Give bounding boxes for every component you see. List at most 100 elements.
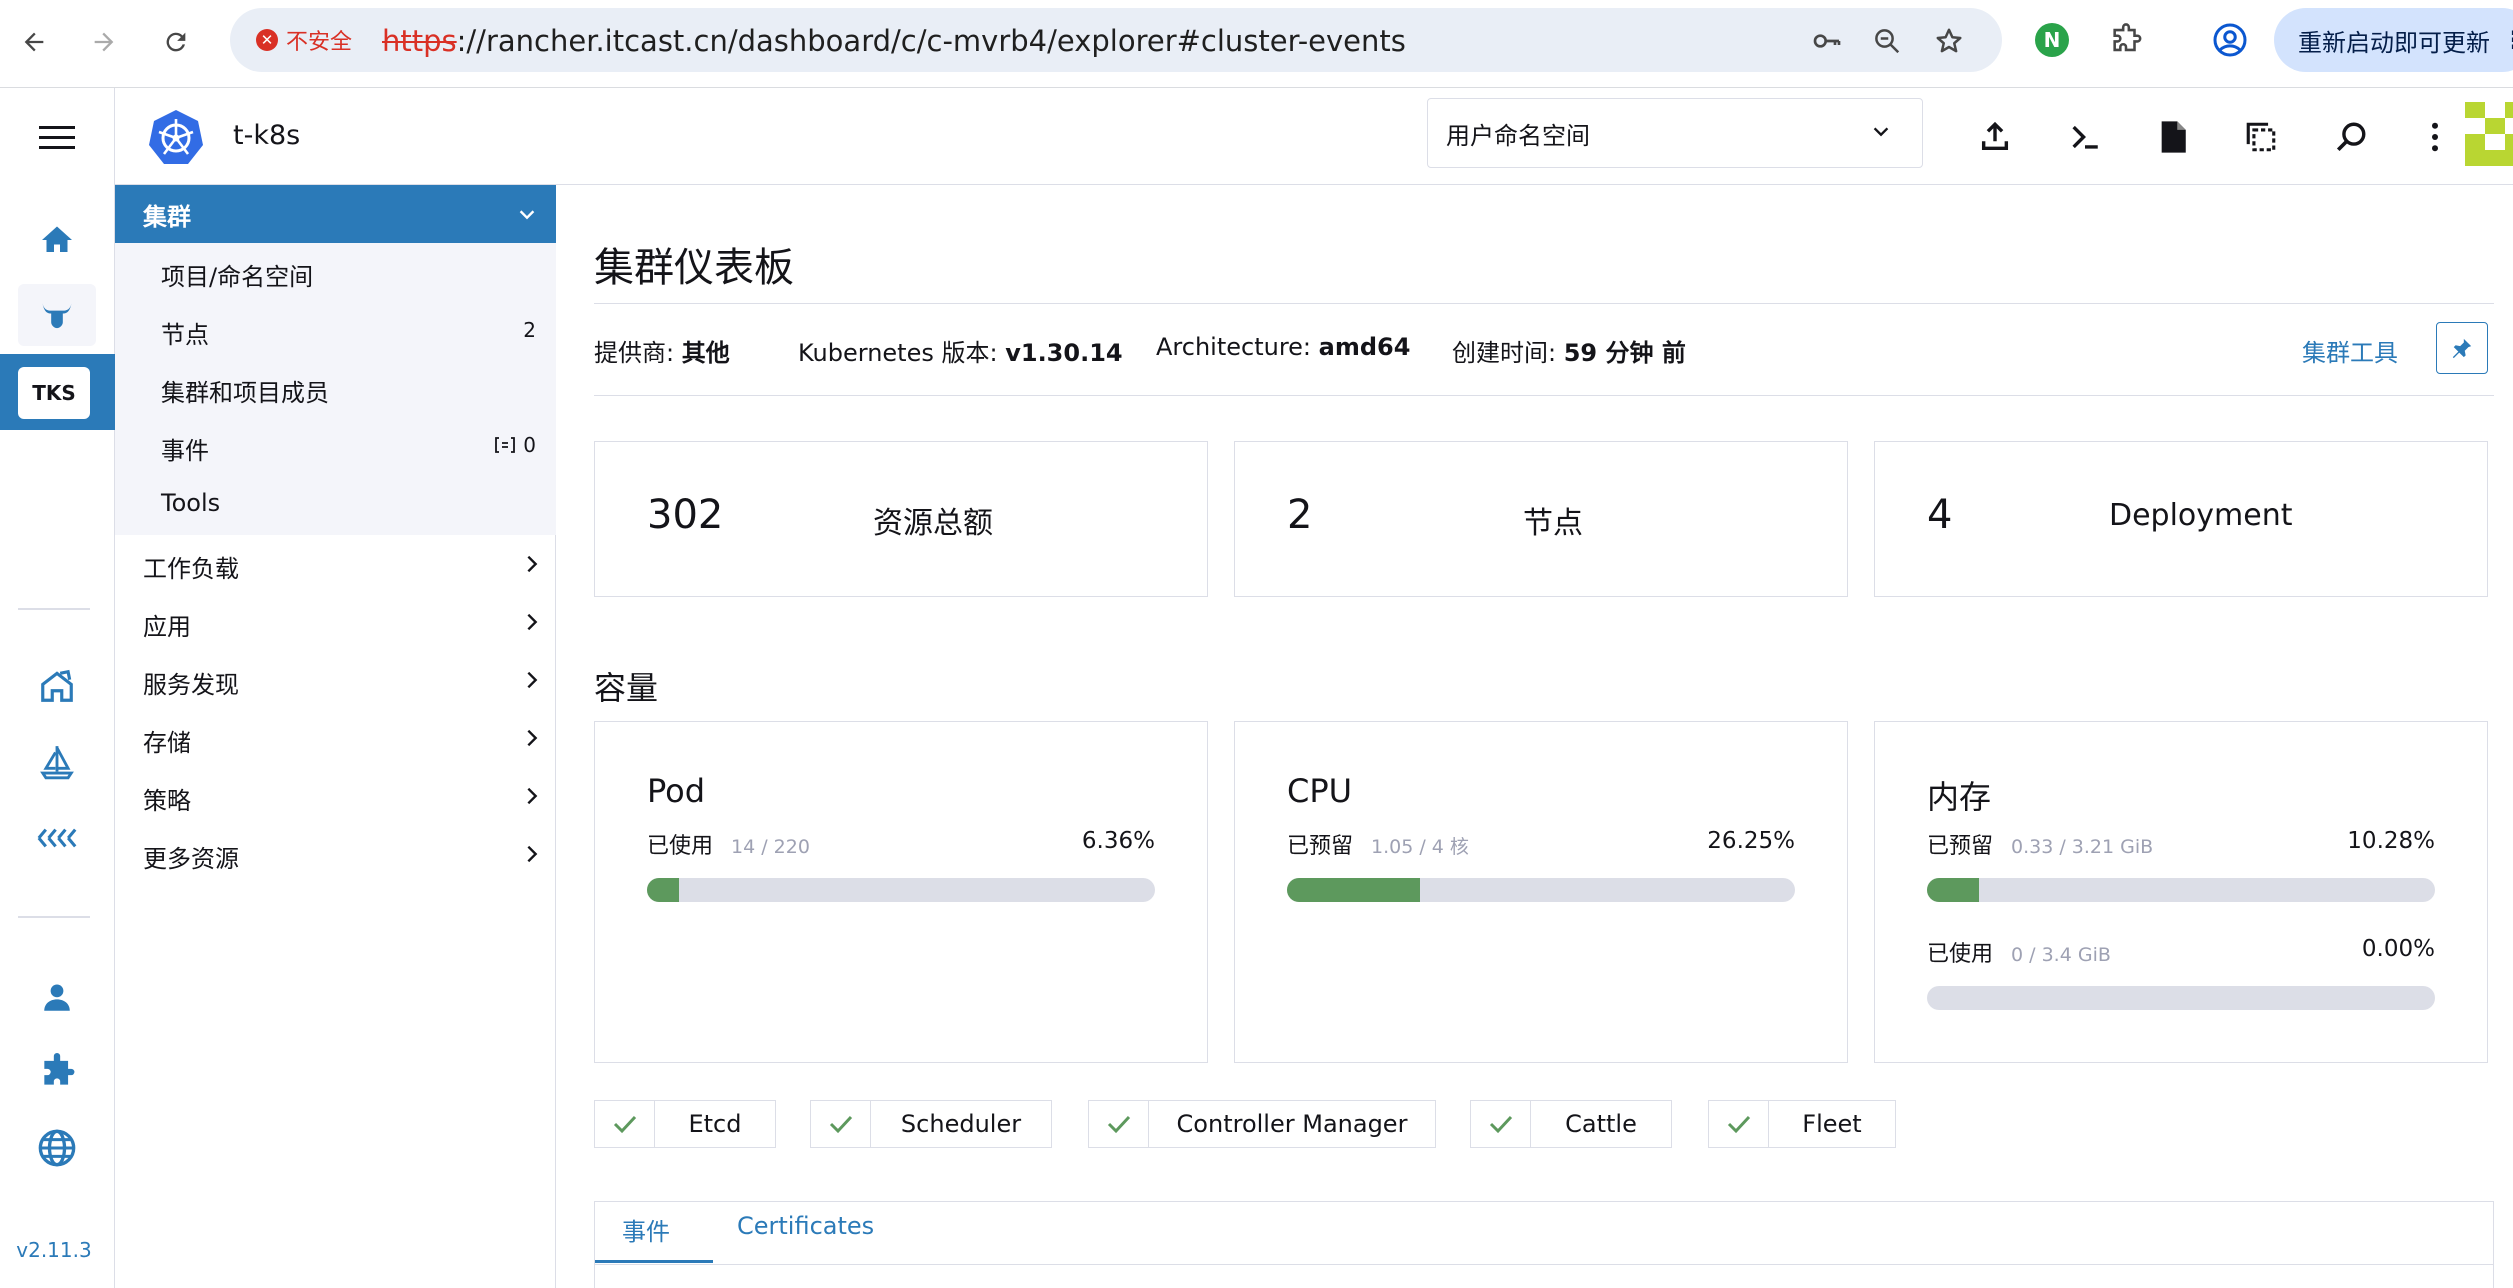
download-kubeconfig-button[interactable] xyxy=(2149,113,2197,161)
extensions-puzzle-icon[interactable] xyxy=(2104,16,2148,64)
sailboat-icon[interactable] xyxy=(18,732,96,792)
globe-icon[interactable] xyxy=(18,1118,96,1178)
component-status-controller-manager: Controller Manager xyxy=(1088,1100,1436,1148)
multi-arrow-icon[interactable] xyxy=(18,808,96,868)
bookmark-star-icon[interactable] xyxy=(1932,24,1966,58)
tabs-divider xyxy=(595,1264,2493,1265)
nav-item-nodes[interactable]: 节点 xyxy=(161,315,209,350)
reload-icon xyxy=(166,32,186,52)
rail-divider xyxy=(18,608,90,610)
stat-label: 资源总额 xyxy=(873,506,993,541)
chevron-right-icon xyxy=(527,613,538,631)
update-button[interactable]: 重新启动即可更新 ⋮ xyxy=(2274,8,2513,72)
fleet-home-icon[interactable] xyxy=(18,656,96,716)
zoom-icon[interactable] xyxy=(1870,24,1904,58)
copy-kubeconfig-button[interactable] xyxy=(2237,113,2285,161)
event-stream-icon xyxy=(495,437,516,453)
nav-group-cluster[interactable]: 集群 xyxy=(115,185,556,243)
kubernetes-version-info: Kubernetes 版本: v1.30.14 xyxy=(798,339,1123,367)
nav-group-workloads[interactable]: 工作负载 xyxy=(143,549,543,584)
capacity-row: 已预留 0.33 / 3.21 GiB 10.28% xyxy=(1927,828,2435,859)
nav-item-events[interactable]: 事件 xyxy=(161,431,209,466)
progress-fill xyxy=(1287,878,1421,902)
extension-n-icon[interactable]: N xyxy=(2030,16,2074,64)
nav-item-tools[interactable]: Tools xyxy=(161,489,220,517)
profile-icon[interactable] xyxy=(2208,16,2252,64)
longhorn-cow-icon xyxy=(42,303,72,329)
menu-hamburger-icon[interactable] xyxy=(18,108,96,168)
stat-label: Deployment xyxy=(2109,498,2293,533)
provider-info: 提供商: 其他 xyxy=(594,339,730,367)
capacity-row: 已使用 0 / 3.4 GiB 0.00% xyxy=(1927,936,2435,967)
progress-bar xyxy=(1927,878,2435,902)
divider xyxy=(594,303,2494,304)
security-chip[interactable]: ✕ 不安全 xyxy=(248,20,366,60)
kubectl-shell-button[interactable] xyxy=(2061,113,2109,161)
address-bar[interactable]: ✕ 不安全 https://rancher.itcast.cn/dashboar… xyxy=(230,8,2002,72)
user-icon[interactable] xyxy=(18,968,96,1028)
cluster-local-button[interactable] xyxy=(18,284,96,346)
search-button[interactable] xyxy=(2327,113,2375,161)
stat-card-deployments[interactable]: 4 Deployment xyxy=(1874,441,2488,597)
capacity-percent: 26.25% xyxy=(1707,828,1795,854)
chevron-right-icon xyxy=(527,555,538,573)
nav-group-policy[interactable]: 策略 xyxy=(143,781,543,816)
nav-group-more-resources[interactable]: 更多资源 xyxy=(143,839,543,874)
stat-label: 节点 xyxy=(1523,506,1583,541)
component-status-cattle: Cattle xyxy=(1470,1100,1672,1148)
check-icon xyxy=(1489,1115,1512,1134)
nav-group-storage[interactable]: 存储 xyxy=(143,723,543,758)
nav-group-apps[interactable]: 应用 xyxy=(143,607,543,642)
cluster-tools-link[interactable]: 集群工具 xyxy=(2302,333,2398,368)
architecture-info: Architecture: amd64 xyxy=(1156,333,1411,361)
tab-events[interactable]: 事件 xyxy=(622,1212,670,1247)
home-icon[interactable] xyxy=(18,210,96,270)
capacity-title: 内存 xyxy=(1927,778,1992,816)
cluster-tks-button[interactable]: TKS xyxy=(18,367,90,419)
insecure-label: 不安全 xyxy=(286,30,353,55)
cluster-header: t-k8s 用户命名空间 xyxy=(115,88,2513,185)
nav-group-service-discovery[interactable]: 服务发现 xyxy=(143,665,543,700)
progress-bar xyxy=(1927,986,2435,1010)
nav-item-projects-namespaces[interactable]: 项目/命名空间 xyxy=(161,257,313,292)
more-dots-icon: ⋮ xyxy=(2502,26,2513,54)
version-label[interactable]: v2.11.3 xyxy=(0,1238,108,1262)
namespace-filter-select[interactable]: 用户命名空间 xyxy=(1427,98,1923,168)
key-icon[interactable] xyxy=(1810,24,1844,58)
app-rail: TKS v2.11.3 xyxy=(0,88,115,1288)
progress-fill xyxy=(647,878,680,902)
chevron-down-icon xyxy=(1873,127,1889,137)
stat-value: 2 xyxy=(1287,492,1313,538)
stat-card-total-resources[interactable]: 302 资源总额 xyxy=(594,441,1208,597)
kubernetes-logo-icon xyxy=(149,110,203,164)
forward-button[interactable] xyxy=(82,20,126,64)
nav-item-members[interactable]: 集群和项目成员 xyxy=(161,373,329,408)
dashboard-tabs: 事件 Certificates xyxy=(594,1201,2494,1288)
progress-fill xyxy=(1927,878,1980,902)
page-title: 集群仪表板 xyxy=(594,245,794,291)
capacity-card-memory: 内存 已预留 0.33 / 3.21 GiB 10.28% 已使用 0 / 3.4 … xyxy=(1874,721,2488,1063)
capacity-title: Pod xyxy=(647,772,706,810)
user-avatar[interactable] xyxy=(2465,102,2513,166)
reload-button[interactable] xyxy=(154,20,198,64)
capacity-card-pod: Pod 已使用 14 / 220 6.36% xyxy=(594,721,1208,1063)
more-actions-button[interactable] xyxy=(2411,113,2459,161)
component-status-fleet: Fleet xyxy=(1708,1100,1896,1148)
url-text: https://rancher.itcast.cn/dashboard/c/c-… xyxy=(382,24,1406,58)
divider xyxy=(594,395,2494,396)
stat-card-nodes[interactable]: 2 节点 xyxy=(1234,441,1848,597)
capacity-heading: 容量 xyxy=(594,669,659,707)
cluster-dashboard: 集群仪表板 提供商: 其他 Kubernetes 版本: v1.30.14 Ar… xyxy=(556,185,2513,1288)
stat-value: 4 xyxy=(1927,492,1953,538)
namespace-filter-value: 用户命名空间 xyxy=(1446,121,1590,150)
extensions-puzzle-icon[interactable] xyxy=(18,1042,96,1102)
insecure-icon: ✕ xyxy=(256,29,278,51)
tab-certificates[interactable]: Certificates xyxy=(737,1212,874,1240)
capacity-percent: 10.28% xyxy=(2347,828,2435,854)
nodes-count: 2 xyxy=(523,318,536,342)
check-icon xyxy=(613,1115,636,1134)
terminal-icon xyxy=(2072,125,2098,149)
import-yaml-button[interactable] xyxy=(1971,113,2019,161)
pin-dashboard-button[interactable] xyxy=(2436,322,2488,374)
back-button[interactable] xyxy=(12,20,56,64)
